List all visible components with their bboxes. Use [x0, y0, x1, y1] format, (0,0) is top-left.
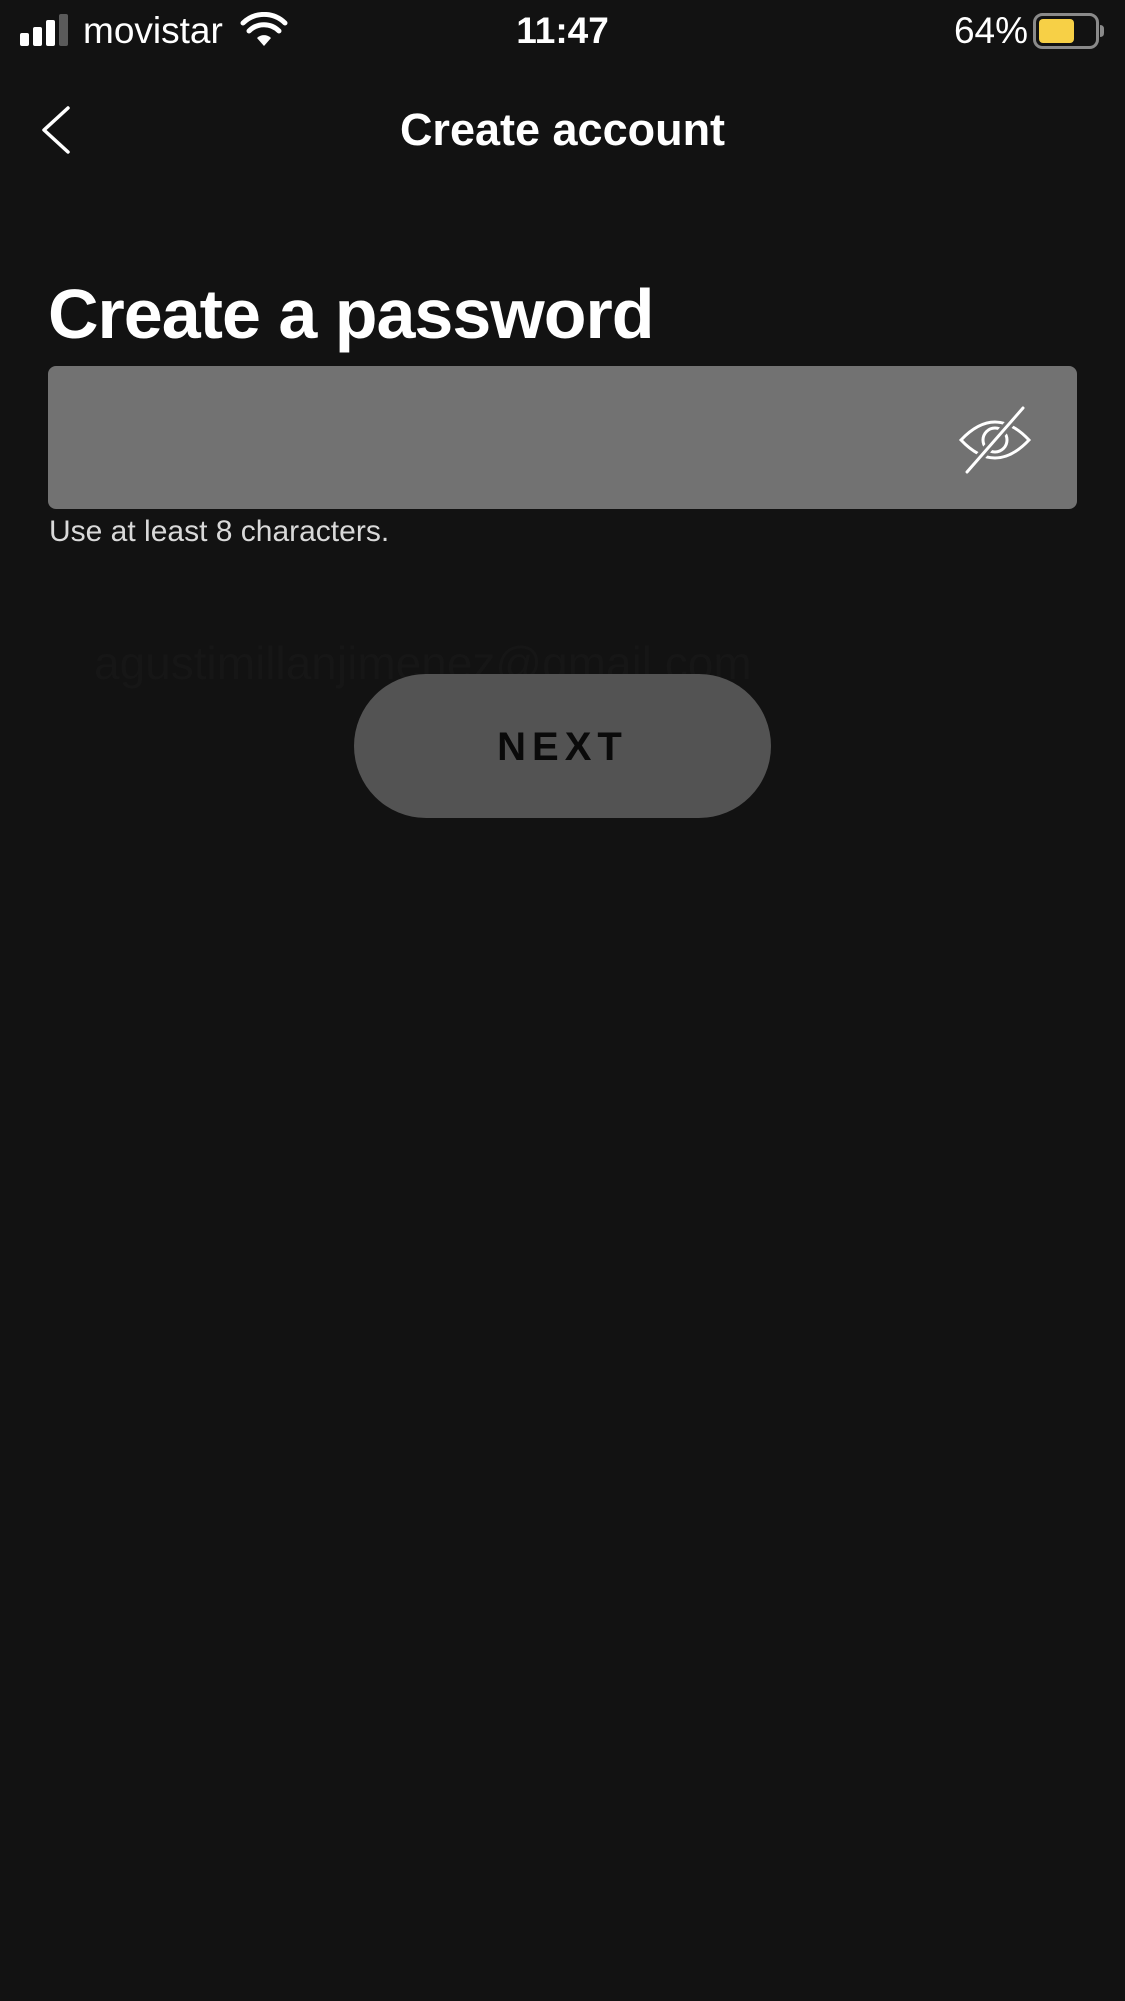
- password-hint: Use at least 8 characters.: [49, 515, 390, 548]
- battery-icon: [1033, 13, 1104, 49]
- password-field[interactable]: [48, 366, 1077, 511]
- password-visibility-toggle[interactable]: [957, 405, 1033, 475]
- next-button[interactable]: NEXT: [354, 674, 771, 818]
- password-input[interactable]: [72, 366, 956, 511]
- page-title: Create account: [399, 104, 726, 155]
- section-heading: Create a password: [48, 275, 654, 353]
- eye-slash-icon: [958, 405, 1032, 475]
- nav-header: Create account: [0, 90, 1125, 170]
- status-bar: movistar 11:47 64%: [0, 0, 1125, 64]
- battery-percentage: 64%: [953, 10, 1028, 51]
